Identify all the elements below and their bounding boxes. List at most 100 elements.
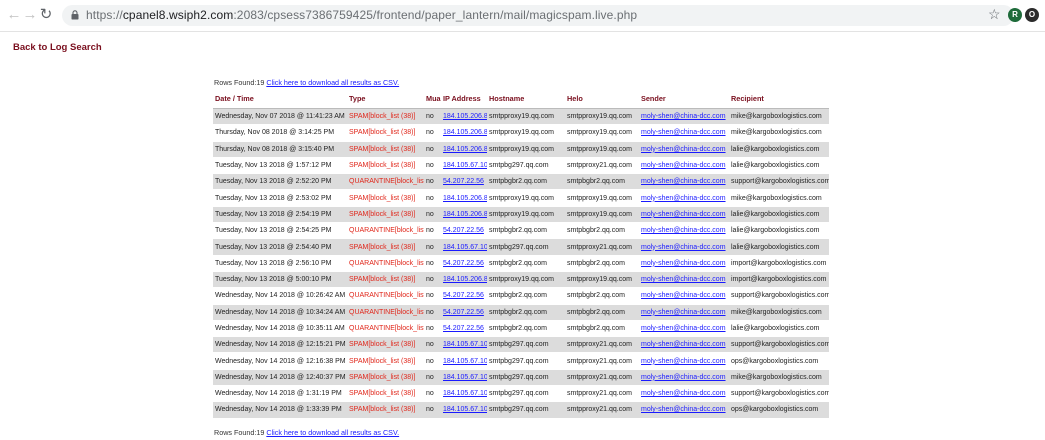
sender-link[interactable]: moly-shen@china-dcc.com — [641, 129, 726, 136]
sender-link[interactable]: moly-shen@china-dcc.com — [641, 325, 726, 332]
cell-type: SPAM[block_list (38)] — [347, 189, 424, 207]
table-row: Wednesday, Nov 07 2018 @ 11:41:23 AM SPAM… — [213, 108, 829, 126]
cell-mua: no — [424, 369, 441, 387]
download-csv-link[interactable]: Click here to download all results as CS… — [266, 428, 399, 437]
cell-type: SPAM[block_list (38)] — [347, 352, 424, 370]
sender-link[interactable]: moly-shen@china-dcc.com — [641, 406, 726, 413]
sender-link[interactable]: moly-shen@china-dcc.com — [641, 260, 726, 267]
cell-type: QUARANTINE[block_list (4) — [347, 255, 424, 272]
table-row: Wednesday, Nov 14 2018 @ 12:40:37 PM SPAM… — [213, 369, 829, 387]
sender-link[interactable]: moly-shen@china-dcc.com — [641, 341, 726, 348]
bookmark-star-icon[interactable]: ☆ — [988, 6, 1001, 23]
sender-link[interactable]: moly-shen@china-dcc.com — [641, 178, 726, 185]
ip-address-link[interactable]: 184.105.67.100 — [443, 358, 487, 365]
back-arrow-icon[interactable]: ← — [6, 7, 22, 23]
table-row: Wednesday, Nov 14 2018 @ 12:15:21 PM SPAM… — [213, 336, 829, 354]
sender-link[interactable]: moly-shen@china-dcc.com — [641, 227, 726, 234]
table-row: Tuesday, Nov 13 2018 @ 2:52:20 PM QUARANT… — [213, 173, 829, 191]
table-row: Tuesday, Nov 13 2018 @ 5:00:10 PM SPAM[bl… — [213, 271, 829, 289]
cell-helo: smtpbgbr2.qq.com — [565, 222, 639, 240]
cell-ip-address: 54.207.22.56 — [441, 304, 487, 321]
sender-link[interactable]: moly-shen@china-dcc.com — [641, 113, 726, 120]
extension-r-icon[interactable]: R — [1008, 8, 1022, 22]
ip-address-link[interactable]: 184.105.67.100 — [443, 162, 487, 169]
forward-arrow-icon[interactable]: → — [22, 7, 38, 23]
table-header-row: Date / Time Type Mua IP Address Hostname Helo… — [213, 89, 829, 109]
cell-type: SPAM[block_list (38)] — [347, 157, 424, 175]
address-bar[interactable]: https://cpanel8.wsiph2.com:2083/cpsess73… — [62, 5, 1014, 26]
sender-link[interactable]: moly-shen@china-dcc.com — [641, 162, 726, 169]
cell-recipient: mike@kargoboxlogistics.com — [729, 369, 829, 387]
ip-address-link[interactable]: 184.105.206.84 — [443, 146, 487, 153]
table-row: Tuesday, Nov 13 2018 @ 2:53:02 PM SPAM[bl… — [213, 189, 829, 207]
cell-hostname: smtpbg297.qq.com — [487, 369, 565, 387]
ip-address-link[interactable]: 54.207.22.56 — [443, 309, 484, 316]
ip-address-link[interactable]: 184.105.206.84 — [443, 276, 487, 283]
ip-address-link[interactable]: 184.105.206.84 — [443, 211, 487, 218]
cell-type: QUARANTINE[block_list (4) — [347, 304, 424, 321]
cell-helo: smtpproxy19.qq.com — [565, 206, 639, 224]
rows-found-label: Rows Found:19 — [214, 428, 265, 437]
ip-address-link[interactable]: 54.207.22.56 — [443, 178, 484, 185]
column-header-mua: Mua — [424, 89, 441, 109]
ip-address-link[interactable]: 184.105.67.100 — [443, 244, 487, 251]
cell-sender: moly-shen@china-dcc.com — [639, 369, 729, 387]
sender-link[interactable]: moly-shen@china-dcc.com — [641, 276, 726, 283]
back-to-log-search-link[interactable]: Back to Log Search — [13, 42, 102, 53]
cell-recipient: ops@kargoboxlogistics.com — [729, 401, 829, 419]
ip-address-link[interactable]: 54.207.22.56 — [443, 292, 484, 299]
cell-type: SPAM[block_list (38)] — [347, 141, 424, 158]
table-row: Tuesday, Nov 13 2018 @ 2:54:19 PM SPAM[bl… — [213, 206, 829, 224]
cell-type: QUARANTINE[block_list (4) — [347, 287, 424, 305]
table-row: Wednesday, Nov 14 2018 @ 1:33:39 PM SPAM[… — [213, 401, 829, 419]
ip-address-link[interactable]: 54.207.22.56 — [443, 260, 484, 267]
table-row: Wednesday, Nov 14 2018 @ 1:31:19 PM SPAM[… — [213, 385, 829, 403]
column-header-sender: Sender — [639, 89, 729, 109]
download-csv-link[interactable]: Click here to download all results as CS… — [266, 78, 399, 87]
cell-helo: smtpproxy19.qq.com — [565, 141, 639, 158]
cell-helo: smtpproxy21.qq.com — [565, 385, 639, 403]
table-row: Wednesday, Nov 14 2018 @ 10:34:24 AM QUAR… — [213, 304, 829, 321]
cell-sender: moly-shen@china-dcc.com — [639, 238, 729, 256]
sender-link[interactable]: moly-shen@china-dcc.com — [641, 374, 726, 381]
extension-o-icon[interactable]: O — [1025, 8, 1039, 22]
cell-hostname: smtpbgbr2.qq.com — [487, 173, 565, 191]
cell-sender: moly-shen@china-dcc.com — [639, 401, 729, 419]
cell-recipient: lalie@kargoboxlogistics.com — [729, 238, 829, 256]
cell-recipient: support@kargoboxlogistics.com — [729, 385, 829, 403]
table-row: Wednesday, Nov 14 2018 @ 10:35:11 AM QUAR… — [213, 320, 829, 338]
sender-link[interactable]: moly-shen@china-dcc.com — [641, 211, 726, 218]
cell-sender: moly-shen@china-dcc.com — [639, 189, 729, 207]
ip-address-link[interactable]: 184.105.67.100 — [443, 341, 487, 348]
cell-sender: moly-shen@china-dcc.com — [639, 385, 729, 403]
sender-link[interactable]: moly-shen@china-dcc.com — [641, 292, 726, 299]
sender-link[interactable]: moly-shen@china-dcc.com — [641, 195, 726, 202]
cell-date-time: Thursday, Nov 08 2018 @ 3:14:25 PM — [213, 124, 347, 142]
ip-address-link[interactable]: 184.105.67.100 — [443, 406, 487, 413]
ip-address-link[interactable]: 184.105.206.84 — [443, 195, 487, 202]
cell-type: SPAM[block_list (38)] — [347, 385, 424, 403]
ip-address-link[interactable]: 54.207.22.56 — [443, 227, 484, 234]
cell-ip-address: 184.105.206.84 — [441, 108, 487, 126]
column-header-hostname: Hostname — [487, 89, 565, 109]
ip-address-link[interactable]: 184.105.67.100 — [443, 390, 487, 397]
cell-sender: moly-shen@china-dcc.com — [639, 352, 729, 370]
cell-mua: no — [424, 157, 441, 175]
column-header-date-time: Date / Time — [213, 89, 347, 109]
reload-icon[interactable]: ↻ — [38, 7, 54, 23]
ip-address-link[interactable]: 184.105.206.84 — [443, 113, 487, 120]
sender-link[interactable]: moly-shen@china-dcc.com — [641, 244, 726, 251]
cell-mua: no — [424, 401, 441, 419]
sender-link[interactable]: moly-shen@china-dcc.com — [641, 309, 726, 316]
ip-address-link[interactable]: 184.105.67.100 — [443, 374, 487, 381]
sender-link[interactable]: moly-shen@china-dcc.com — [641, 146, 726, 153]
sender-link[interactable]: moly-shen@china-dcc.com — [641, 390, 726, 397]
ip-address-link[interactable]: 54.207.22.56 — [443, 325, 484, 332]
cell-mua: no — [424, 287, 441, 305]
cell-type: QUARANTINE[block_list (4) — [347, 173, 424, 191]
cell-ip-address: 184.105.206.84 — [441, 206, 487, 224]
ip-address-link[interactable]: 184.105.206.84 — [443, 129, 487, 136]
column-header-ip-address: IP Address — [441, 89, 487, 109]
cell-date-time: Tuesday, Nov 13 2018 @ 2:54:40 PM — [213, 238, 347, 256]
sender-link[interactable]: moly-shen@china-dcc.com — [641, 358, 726, 365]
